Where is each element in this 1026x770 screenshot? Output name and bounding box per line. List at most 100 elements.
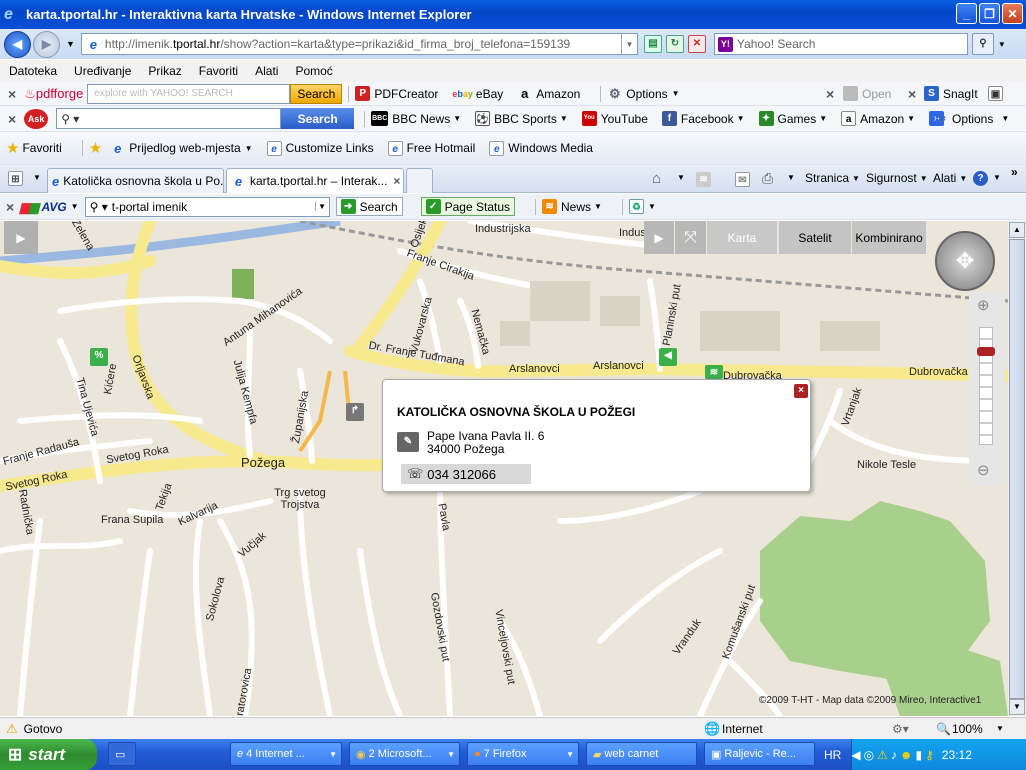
alati-menu[interactable]: Alati ▼ (933, 171, 967, 185)
print-icon[interactable]: ⎙ (762, 170, 773, 187)
chevron-down-icon[interactable]: ▼ (71, 202, 79, 211)
maximize-button[interactable]: ❐ (979, 3, 1000, 24)
search-box[interactable]: Y! Yahoo! Search (713, 33, 968, 55)
amazon-button[interactable]: a Amazon (517, 86, 580, 101)
favorites-button[interactable]: ★ Favoriti (6, 139, 62, 157)
stranica-menu[interactable]: Stranica ▼ (805, 171, 860, 185)
chevron-down-icon[interactable]: ▼ (677, 173, 685, 182)
protected-mode-icon[interactable]: ⚙▾ (892, 722, 909, 736)
show-desktop-icon[interactable]: ▭ (108, 742, 136, 766)
language-indicator[interactable]: HR (824, 748, 841, 762)
facebook-button[interactable]: f Facebook ▼ (661, 111, 745, 126)
fav-media[interactable]: e Windows Media (489, 140, 593, 156)
chevron-down-icon[interactable]: ▼ (787, 173, 795, 182)
close-toolbar-icon[interactable]: × (908, 86, 916, 102)
start-button[interactable]: ⊞ start (0, 739, 97, 770)
vertical-scrollbar[interactable]: ▲ ▼ (1008, 221, 1026, 716)
tray-user-icon[interactable]: ☻ (900, 748, 913, 762)
task-raljevic[interactable]: ▣ Raljevic - Re... (704, 742, 815, 766)
close-popup-icon[interactable]: × (794, 384, 808, 398)
pan-control[interactable]: ✥ (935, 231, 995, 291)
mail-icon[interactable]: ✉ (735, 172, 750, 187)
panel-toggle-button[interactable]: ▶ (4, 221, 38, 254)
tray-network-icon[interactable]: ▮ (915, 748, 922, 762)
scroll-up-icon[interactable]: ▲ (1009, 222, 1025, 238)
search-dropdown-icon[interactable]: ▼ (998, 40, 1006, 49)
fav-customize[interactable]: e Customize Links (266, 140, 374, 156)
chevron-down-icon[interactable]: ▼ (993, 173, 1001, 182)
menu-pomoc[interactable]: Pomoć (295, 64, 332, 78)
clock[interactable]: 23:12 (942, 748, 972, 762)
scroll-thumb[interactable] (1009, 239, 1025, 699)
history-dropdown-icon[interactable]: ▼ (66, 39, 75, 49)
snagit-button[interactable]: S SnagIt (924, 86, 978, 101)
zoom-slider[interactable] (979, 327, 993, 445)
chevron-down-icon[interactable]: ▼ (648, 202, 656, 211)
close-tab-icon[interactable]: × (393, 174, 400, 188)
pdfforge-search-input[interactable]: explore with YAHOO! SEARCH (87, 83, 291, 104)
tray-back-icon[interactable]: ◀ (851, 748, 860, 762)
zoom-out-icon[interactable]: ⊖ (977, 461, 990, 479)
zoom-dropdown-icon[interactable]: ▼ (996, 724, 1004, 733)
avg-news-button[interactable]: ≋ News ▼ (542, 199, 602, 214)
tray-warning-icon[interactable]: ⚠ (877, 748, 888, 762)
expand-button[interactable]: ▶ (644, 221, 674, 254)
task-internet[interactable]: e4 Internet ... ▼ (230, 742, 342, 766)
close-toolbar-icon[interactable]: × (826, 86, 834, 102)
poi-shop-icon[interactable]: % (90, 348, 108, 366)
tab-karta[interactable]: e karta.tportal.hr – Interak... × (226, 168, 404, 193)
task-microsoft[interactable]: ◉ 2 Microsoft... ▼ (349, 742, 460, 766)
bbc-sports-button[interactable]: ⚽ BBC Sports ▼ (475, 111, 568, 126)
address-dropdown-icon[interactable]: ▼ (620, 34, 637, 54)
address-bar[interactable]: e http://imenik. tportal.hr/show?action=k… (80, 33, 638, 55)
forward-button[interactable]: ▶ (33, 30, 60, 58)
tray-speaker-icon[interactable]: ♪ (891, 748, 897, 762)
refresh-icon[interactable]: ↻ (665, 35, 684, 53)
close-toolbar-icon[interactable]: × (8, 86, 16, 102)
avg-search-button[interactable]: ➜ Search (335, 197, 403, 216)
zoom-handle[interactable] (977, 347, 995, 356)
map-view[interactable]: Zelena Osijek Industrijska Indus Franje … (0, 221, 1008, 716)
tab-katolicka[interactable]: e Katolička osnovna škola u Po... (47, 168, 224, 193)
pdfcreator-button[interactable]: P PDFCreator (355, 86, 438, 101)
more-chevron-icon[interactable]: » (1011, 165, 1018, 179)
fav-prijedlog[interactable]: e Prijedlog web-mjesta ▼ (110, 141, 252, 156)
new-tab-button[interactable] (406, 168, 433, 193)
compatibility-icon[interactable]: ▤ (643, 35, 662, 53)
snagit-capture-icon[interactable]: ▣ (988, 86, 1003, 101)
help-icon[interactable]: ? (973, 171, 988, 186)
stop-icon[interactable]: ✕ (687, 35, 706, 53)
zoom-in-icon[interactable]: ⊕ (977, 296, 990, 314)
options-button[interactable]: ⚙ Options ▼ (607, 86, 680, 101)
quick-tabs-icon[interactable]: ⊞ (8, 171, 23, 186)
add-favorite-icon[interactable]: ★ (89, 139, 102, 157)
poi-bed-icon[interactable]: ≋ (705, 365, 723, 379)
ask-options-button[interactable]: ⚙ Options ▼ (933, 111, 1010, 126)
bbc-news-button[interactable]: BBC BBC News ▼ (371, 111, 461, 126)
task-firefox[interactable]: ● 7 Firefox ▼ (467, 742, 579, 766)
ask-search-input[interactable]: ⚲ ▾ (56, 108, 282, 129)
map-tab-karta[interactable]: Karta (707, 221, 777, 254)
task-web-carnet[interactable]: ▰ web carnet (586, 742, 697, 766)
page-status-button[interactable]: ✓ Page Status (420, 197, 516, 216)
map-tab-kombinirano[interactable]: Kombinirano (852, 221, 926, 254)
close-toolbar-icon[interactable]: × (6, 199, 14, 215)
ask-search-button[interactable]: Search (281, 108, 355, 129)
menu-alati[interactable]: Alati (255, 64, 278, 78)
minimize-button[interactable]: _ (956, 3, 977, 24)
avg-search-input[interactable]: ⚲ ▾ t-portal imenik ▼ (84, 196, 330, 217)
sigurnost-menu[interactable]: Sigurnost ▼ (866, 171, 928, 185)
pdfforge-search-button[interactable]: Search (290, 83, 343, 104)
popup-phone[interactable]: ☏ 034 312066 (401, 464, 531, 484)
poi-marker-icon[interactable]: ↱ (346, 403, 364, 421)
amazon-ask-button[interactable]: a Amazon ▼ (841, 111, 915, 126)
fav-hotmail[interactable]: e Free Hotmail (387, 140, 475, 156)
fullscreen-button[interactable]: ⤧ (675, 221, 706, 254)
map-tab-satelit[interactable]: Satelit (779, 221, 851, 254)
close-toolbar-icon[interactable]: × (8, 111, 16, 127)
scroll-down-icon[interactable]: ▼ (1009, 699, 1025, 715)
tray-key-icon[interactable]: ⚷ (925, 748, 934, 762)
menu-favoriti[interactable]: Favoriti (199, 64, 238, 78)
tab-list-icon[interactable]: ▼ (33, 173, 41, 182)
feeds-icon[interactable]: ≋ (696, 172, 711, 187)
